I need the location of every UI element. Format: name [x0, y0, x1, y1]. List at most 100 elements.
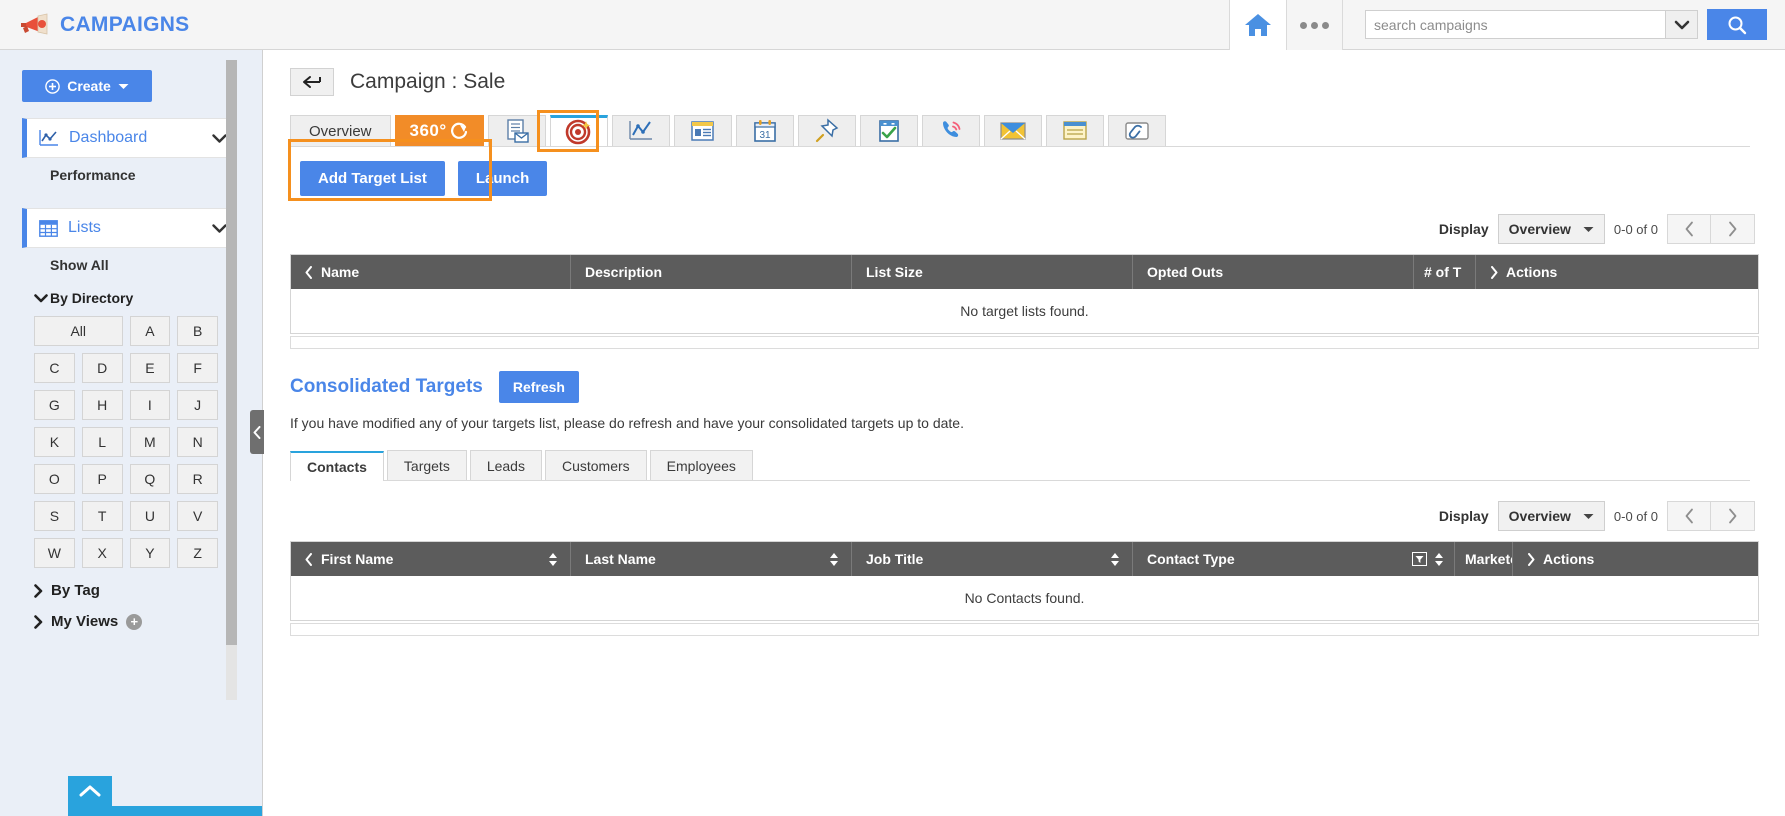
column-header-last-name-label: Last Name [585, 551, 656, 567]
column-header-marketed[interactable]: Markete [1455, 542, 1513, 576]
alpha-button-g[interactable]: G [34, 390, 75, 420]
launch-button[interactable]: Launch [458, 161, 547, 196]
tab-360[interactable]: 360° [395, 115, 484, 146]
column-header-name[interactable]: Name [291, 255, 571, 289]
chevron-down-icon[interactable] [212, 134, 227, 143]
back-button[interactable] [290, 68, 334, 96]
contacts-next-page-button[interactable] [1711, 501, 1755, 531]
alpha-button-l[interactable]: L [82, 427, 123, 457]
sidebar-item-dashboard[interactable]: Dashboard [22, 118, 237, 158]
sidebar-collapse-handle[interactable] [250, 410, 264, 454]
alpha-button-z[interactable]: Z [177, 538, 218, 568]
alpha-button-j[interactable]: J [177, 390, 218, 420]
sort-icon[interactable] [829, 552, 839, 567]
tab-notes[interactable] [1046, 115, 1104, 146]
sort-icon[interactable] [1110, 552, 1120, 567]
alpha-button-x[interactable]: X [82, 538, 123, 568]
filter-icon[interactable] [1412, 552, 1427, 566]
alpha-button-r[interactable]: R [177, 464, 218, 494]
more-menu-button[interactable] [1287, 0, 1343, 50]
alpha-button-c[interactable]: C [34, 353, 75, 383]
column-header-job-title[interactable]: Job Title [852, 542, 1133, 576]
alpha-button-b[interactable]: B [177, 316, 218, 346]
subtab-customers[interactable]: Customers [545, 450, 647, 480]
tab-emails[interactable] [984, 115, 1042, 146]
subtab-leads[interactable]: Leads [470, 450, 542, 480]
sidebar-section-by-directory[interactable]: By Directory [0, 290, 262, 306]
tab-analytics[interactable] [612, 115, 670, 146]
alpha-button-y[interactable]: Y [130, 538, 171, 568]
tab-pinned[interactable] [798, 115, 856, 146]
target-display-select[interactable]: Overview [1498, 214, 1605, 244]
alpha-button-h[interactable]: H [82, 390, 123, 420]
alpha-button-w[interactable]: W [34, 538, 75, 568]
create-button[interactable]: Create [22, 70, 152, 102]
home-button[interactable] [1229, 0, 1287, 50]
contacts-prev-page-button[interactable] [1667, 501, 1711, 531]
alpha-button-e[interactable]: E [130, 353, 171, 383]
search-button[interactable] [1707, 9, 1767, 40]
tab-tasks[interactable] [860, 115, 918, 146]
alpha-button-u[interactable]: U [130, 501, 171, 531]
sort-icon[interactable] [1434, 552, 1444, 567]
target-next-page-button[interactable] [1711, 214, 1755, 244]
alpha-button-p[interactable]: P [82, 464, 123, 494]
tab-calls[interactable] [922, 115, 980, 146]
add-target-list-button[interactable]: Add Target List [300, 161, 445, 196]
sidebar-section-by-tag[interactable]: By Tag [0, 582, 262, 599]
sidebar-scrollbar[interactable] [226, 60, 237, 700]
refresh-button[interactable]: Refresh [499, 371, 579, 403]
search-input[interactable] [1365, 10, 1665, 39]
filter-sort-group[interactable] [1412, 552, 1444, 567]
sidebar-item-lists[interactable]: Lists [22, 208, 237, 248]
column-header-num-targets[interactable]: # of T [1414, 255, 1476, 289]
column-header-actions[interactable]: Actions [1476, 255, 1758, 289]
sidebar-subitem-performance[interactable]: Performance [0, 158, 262, 192]
target-record-count: 0-0 of 0 [1614, 222, 1658, 237]
column-header-description[interactable]: Description [571, 255, 852, 289]
target-prev-page-button[interactable] [1667, 214, 1711, 244]
sidebar-scrollbar-thumb[interactable] [226, 60, 237, 645]
alpha-button-d[interactable]: D [82, 353, 123, 383]
tab-calendar[interactable]: 31 [736, 115, 794, 146]
tab-overview[interactable]: Overview [290, 115, 391, 146]
column-header-contact-type[interactable]: Contact Type [1133, 542, 1455, 576]
tab-news[interactable] [674, 115, 732, 146]
alpha-button-m[interactable]: M [130, 427, 171, 457]
alpha-button-t[interactable]: T [82, 501, 123, 531]
target-lists-horizontal-scrollbar[interactable] [290, 336, 1759, 349]
tab-target-lists[interactable] [550, 115, 608, 146]
alpha-button-all[interactable]: All [34, 316, 123, 346]
subtab-targets[interactable]: Targets [387, 450, 467, 480]
alpha-button-k[interactable]: K [34, 427, 75, 457]
by-tag-label: By Tag [51, 582, 100, 599]
alpha-button-i[interactable]: I [130, 390, 171, 420]
scroll-to-top-button[interactable] [68, 776, 112, 816]
contacts-display-select[interactable]: Overview [1498, 501, 1605, 531]
column-header-contacts-actions[interactable]: Actions [1513, 542, 1758, 576]
column-header-first-name[interactable]: First Name [291, 542, 571, 576]
chevron-down-icon[interactable] [212, 224, 227, 233]
column-header-opted-outs[interactable]: Opted Outs [1133, 255, 1414, 289]
column-header-last-name[interactable]: Last Name [571, 542, 852, 576]
subtab-contacts[interactable]: Contacts [290, 451, 384, 481]
sidebar-subitem-show-all[interactable]: Show All [0, 248, 262, 282]
search-scope-dropdown[interactable] [1665, 10, 1698, 39]
alpha-button-v[interactable]: V [177, 501, 218, 531]
alpha-button-s[interactable]: S [34, 501, 75, 531]
tab-attachments[interactable] [1108, 115, 1166, 146]
alpha-button-a[interactable]: A [130, 316, 171, 346]
alpha-button-n[interactable]: N [177, 427, 218, 457]
tab-documents[interactable] [488, 115, 546, 146]
alpha-button-q[interactable]: Q [130, 464, 171, 494]
add-view-button[interactable]: + [126, 614, 142, 630]
target-icon [565, 118, 593, 146]
column-header-list-size[interactable]: List Size [852, 255, 1133, 289]
subtab-employees[interactable]: Employees [650, 450, 753, 480]
alpha-button-o[interactable]: O [34, 464, 75, 494]
contacts-horizontal-scrollbar[interactable] [290, 623, 1759, 636]
sort-icon[interactable] [548, 552, 558, 567]
sidebar-section-my-views[interactable]: My Views + [0, 613, 262, 630]
chevron-down-icon [34, 294, 48, 303]
alpha-button-f[interactable]: F [177, 353, 218, 383]
